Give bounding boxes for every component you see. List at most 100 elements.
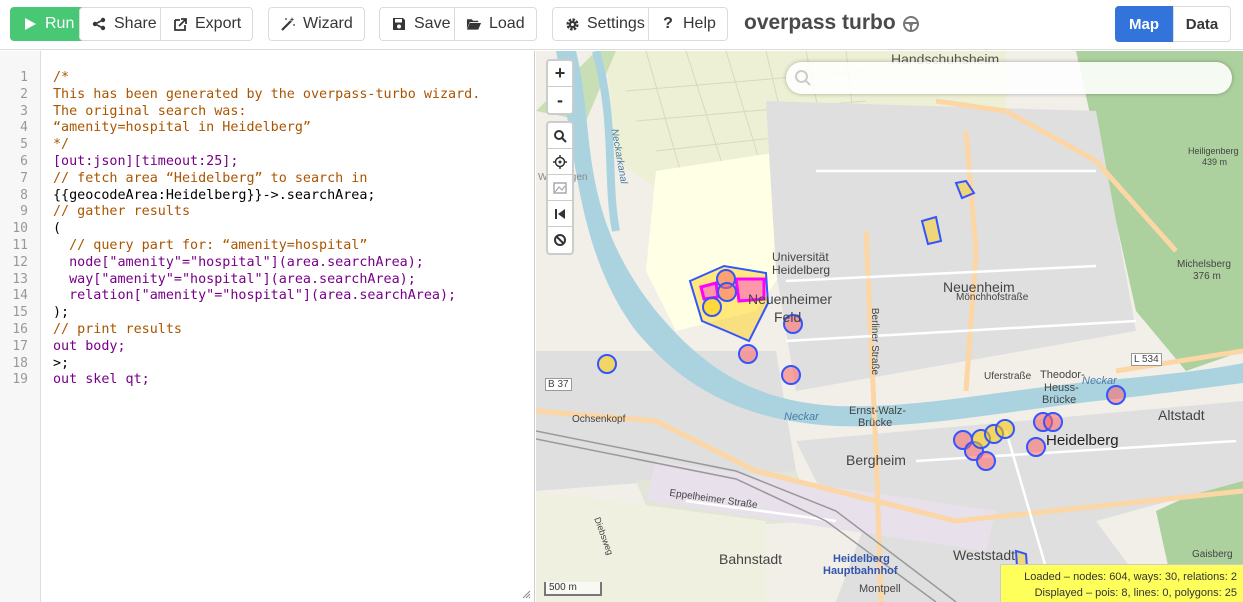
help-button[interactable]: ? Help	[648, 7, 728, 41]
floppy-disk-icon	[391, 16, 407, 32]
resize-handle-icon[interactable]	[522, 590, 531, 599]
map-scale: 500 m	[544, 582, 602, 596]
share-icon	[91, 16, 107, 32]
map-label-l534: L 534	[1131, 353, 1162, 366]
map-label-neuenheimer: Neuenheimer	[748, 291, 833, 307]
line-number: 17	[12, 339, 28, 354]
code-line: (	[53, 221, 62, 236]
code-line: The original search was:	[53, 104, 247, 119]
map-label-theodor: Theodor-	[1040, 369, 1085, 381]
map-label-b37: B 37	[545, 378, 572, 391]
map-label-bahnstadt: Bahnstadt	[719, 551, 783, 567]
line-number: 8	[20, 188, 28, 203]
code-line: // gather results	[53, 204, 191, 219]
image-icon	[553, 181, 567, 194]
wizard-label: Wizard	[303, 15, 353, 32]
skip-back-icon	[555, 208, 565, 219]
search-location-button[interactable]	[548, 123, 572, 149]
wizard-button[interactable]: Wizard	[268, 7, 365, 41]
code-line: [out:json][timeout:25];	[53, 154, 239, 169]
map-label-ernst-walz-2: Brücke	[858, 417, 893, 429]
code-line: “amenity=hospital in Heidelberg”	[53, 120, 311, 135]
zoom-in-button[interactable]: +	[548, 61, 572, 87]
code-line: );	[53, 305, 70, 320]
line-number: 15	[12, 305, 28, 320]
map-label-heidelberg: Heidelberg	[1046, 432, 1119, 449]
line-number: 12	[12, 255, 28, 270]
query-editor[interactable]: 1 2 3 4 5 6 7 8 9 10 11 12 13 14 15 16 1…	[0, 51, 535, 602]
save-button[interactable]: Save	[379, 7, 463, 41]
run-label: Run	[45, 15, 75, 32]
first-page-button[interactable]	[548, 201, 572, 227]
locate-me-button[interactable]	[548, 149, 572, 175]
line-number: 14	[12, 288, 28, 303]
code-line: >;	[53, 356, 70, 371]
line-number: 19	[12, 372, 28, 387]
share-button[interactable]: Share	[79, 7, 169, 41]
app-title: overpass turbo	[744, 11, 920, 35]
settings-button[interactable]: Settings	[552, 7, 657, 41]
map-canvas[interactable]	[536, 51, 1243, 602]
external-link-icon	[172, 16, 188, 32]
code-line: This has been generated by the overpass-…	[53, 87, 481, 102]
map-label-bruecke: Brücke	[1042, 394, 1077, 406]
line-number: 10	[12, 221, 28, 236]
map-label-hauptbahnhof: Hauptbahnhof	[823, 565, 898, 577]
map-label-feld: Feld	[774, 309, 802, 325]
map-label-berliner: Berliner Straße	[869, 307, 881, 376]
line-number: 16	[12, 322, 28, 337]
code-line: out skel qt;	[53, 372, 150, 387]
line-number: 2	[20, 87, 28, 102]
map-label-heiligenberg: Heiligenberg	[1188, 146, 1239, 156]
line-number: 18	[12, 356, 28, 371]
toolbar: Run Share Export Wizard Save Load Settin…	[0, 0, 1243, 50]
code-line: */	[53, 137, 70, 152]
map-label-hbf: Heidelberg	[833, 553, 890, 565]
save-label: Save	[414, 15, 451, 32]
code-line: way["amenity"="hospital"](area.searchAre…	[53, 272, 416, 287]
map-view-button[interactable]: Map	[1115, 6, 1173, 42]
displayed-stats: Displayed – pois: 8, lines: 0, polygons:…	[1034, 587, 1237, 599]
gear-icon	[564, 16, 580, 32]
zoom-out-button[interactable]: -	[548, 87, 572, 113]
settings-label: Settings	[587, 15, 645, 32]
data-view-button[interactable]: Data	[1173, 6, 1231, 42]
code-line: // query part for: “amenity=hospital”	[53, 238, 368, 253]
export-button[interactable]: Export	[160, 7, 254, 41]
line-number: 1	[20, 70, 28, 85]
line-number: 9	[20, 204, 28, 219]
map-tools	[546, 121, 574, 255]
code-line: {{geocodeArea:Heidelberg}}->.searchArea;	[53, 188, 376, 203]
code-line: // print results	[53, 322, 182, 337]
map-label-heuss: Heuss-	[1044, 382, 1079, 394]
fit-data-button[interactable]	[548, 175, 572, 201]
line-number: 11	[12, 238, 28, 253]
map-label-bergheim: Bergheim	[846, 452, 906, 468]
map-label-universitaet-2: Heidelberg	[772, 263, 831, 277]
steering-wheel-icon	[902, 14, 920, 32]
export-label: Export	[195, 15, 242, 32]
line-number: 3	[20, 104, 28, 119]
code-line: /*	[53, 70, 70, 85]
clear-button[interactable]	[548, 227, 572, 253]
magic-wand-icon	[280, 16, 296, 32]
load-button[interactable]: Load	[454, 7, 537, 41]
map-label-weststadt: Weststadt	[953, 547, 1015, 563]
run-button[interactable]: Run	[10, 7, 87, 41]
map-label-neckar-2: Neckar	[1082, 375, 1117, 387]
line-number-gutter: 1 2 3 4 5 6 7 8 9 10 11 12 13 14 15 16 1…	[0, 51, 41, 602]
crosshair-icon	[553, 154, 567, 169]
map-label-moenchhof: Mönchhofstraße	[956, 292, 1029, 303]
line-number: 13	[12, 272, 28, 287]
map-search-bar[interactable]	[786, 62, 1232, 94]
map-label-heiligenberg-height: 439 m	[1202, 157, 1228, 167]
map-view[interactable]: Handschuhsheim Neuenheim Mönchhofstraße …	[536, 51, 1243, 602]
map-label-michelsberg-height: 376 m	[1193, 271, 1221, 282]
play-icon	[22, 16, 38, 32]
map-label-michelsberg: Michelsberg	[1177, 259, 1231, 270]
folder-open-icon	[466, 16, 482, 32]
magnifier-icon	[554, 129, 567, 143]
map-label-ernst-walz: Ernst-Walz-	[849, 405, 907, 417]
code-line: node["amenity"="hospital"](area.searchAr…	[53, 255, 424, 270]
map-label-altstadt: Altstadt	[1158, 407, 1205, 423]
